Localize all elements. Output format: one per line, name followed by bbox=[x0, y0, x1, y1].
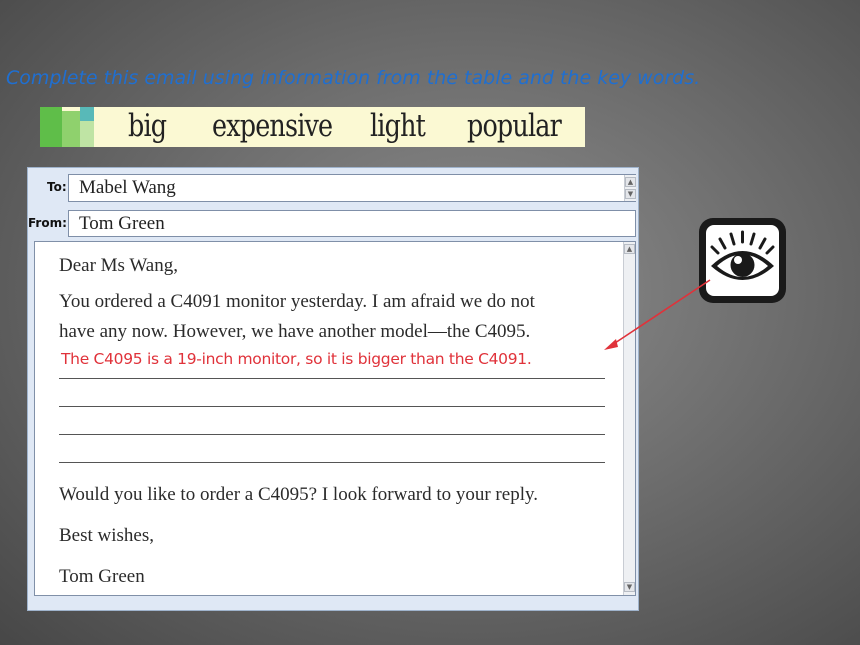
sign-off-text: Best wishes, bbox=[59, 525, 154, 546]
from-label: From: bbox=[28, 216, 67, 230]
email-body[interactable]: Dear Ms Wang, You ordered a C4091 monito… bbox=[34, 241, 636, 596]
scroll-down-icon[interactable]: ▼ bbox=[625, 189, 636, 199]
to-label: To: bbox=[47, 180, 67, 194]
keyword-big: big bbox=[128, 108, 167, 144]
to-scrollbar[interactable]: ▲ ▼ bbox=[624, 175, 636, 201]
from-field[interactable]: Tom Green bbox=[68, 210, 636, 237]
scroll-up-icon[interactable]: ▲ bbox=[625, 177, 636, 187]
answer-line-3 bbox=[59, 434, 605, 435]
keyword-box: big expensive light popular bbox=[40, 107, 585, 147]
body-scrollbar[interactable]: ▲ ▼ bbox=[623, 242, 635, 595]
instruction-text: Complete this email using information fr… bbox=[6, 67, 701, 89]
answer-line-1 bbox=[59, 378, 605, 379]
body-scroll-down-icon[interactable]: ▼ bbox=[624, 582, 635, 592]
eye-icon[interactable] bbox=[699, 218, 786, 303]
answer-line-2 bbox=[59, 406, 605, 407]
body-scroll-up-icon[interactable]: ▲ bbox=[624, 244, 635, 254]
body-line-1: You ordered a C4091 monitor yesterday. I… bbox=[59, 291, 535, 312]
closing-question-text: Would you like to order a C4095? I look … bbox=[59, 484, 538, 505]
to-field[interactable]: Mabel Wang bbox=[68, 174, 636, 202]
keyword-decoration bbox=[40, 107, 102, 147]
signature-text: Tom Green bbox=[59, 566, 145, 587]
body-line-2: have any now. However, we have another m… bbox=[59, 321, 531, 342]
keyword-light: light bbox=[370, 108, 426, 144]
keyword-popular: popular bbox=[467, 108, 562, 144]
answer-text: The C4095 is a 19-inch monitor, so it is… bbox=[61, 350, 532, 368]
email-window: To: Mabel Wang ▲ ▼ From: Tom Green Dear … bbox=[27, 167, 639, 611]
keyword-expensive: expensive bbox=[212, 108, 333, 144]
greeting-text: Dear Ms Wang, bbox=[59, 255, 178, 276]
answer-line-4 bbox=[59, 462, 605, 463]
